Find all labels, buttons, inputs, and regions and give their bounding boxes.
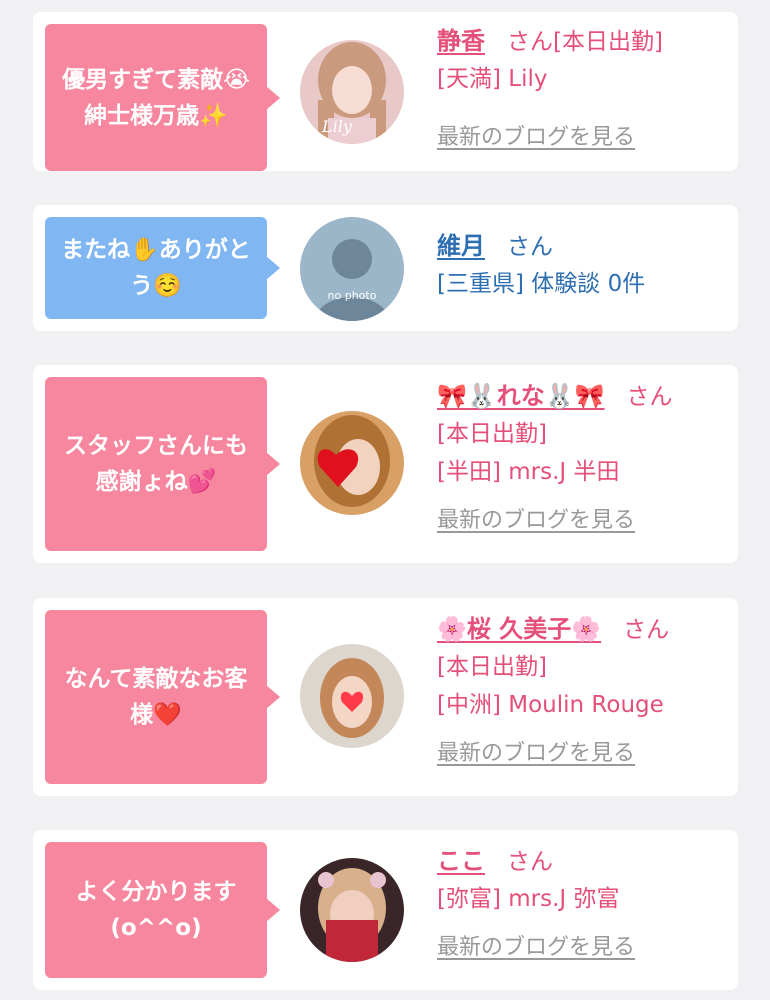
blog-link[interactable]: 最新のブログを見る: [437, 508, 635, 533]
member-name-link[interactable]: 維月: [437, 232, 485, 260]
member-name-link[interactable]: 🌸桜 久美子🌸: [437, 615, 601, 643]
avatar-photo: [300, 411, 404, 515]
avatar-photo: Lily: [300, 40, 404, 144]
avatar[interactable]: [300, 858, 404, 962]
comment-bubble: なんて素敵なお客 様❤️: [45, 610, 280, 784]
avatar[interactable]: [300, 411, 404, 515]
member-info: 静香 さん[本日出勤] [天満] Lily 最新のブログを見る: [437, 22, 663, 156]
review-card: 優男すぎて素敵😭 紳士様万歳✨ Lily 静香 さん[本日出勤] [天満] Lil…: [33, 12, 738, 171]
avatar[interactable]: [300, 644, 404, 748]
avatar-watermark: Lily: [321, 117, 353, 136]
comment-bubble: スタッフさんにも 感謝ょね💕: [45, 377, 280, 551]
honorific-label: さん: [507, 234, 553, 260]
blog-link[interactable]: 最新のブログを見る: [437, 125, 635, 150]
member-name-link[interactable]: 静香: [437, 27, 485, 55]
comment-text: なんて素敵なお客 様❤️: [64, 666, 248, 728]
avatar-photo: [300, 644, 404, 748]
attendance-status: [本日出勤]: [437, 654, 547, 680]
store-label: [天満] Lily: [437, 66, 548, 92]
avatar-photo: no photo: [300, 217, 404, 321]
review-card: なんて素敵なお客 様❤️ 🌸桜 久美子🌸 さん [本日出勤] [中洲] Mouli…: [33, 598, 738, 796]
comment-text: よく分かります (o^^o): [75, 879, 237, 941]
comment-bubble: またね✋ありがと う☺️: [45, 217, 280, 319]
comment-bubble: よく分かります (o^^o): [45, 842, 280, 978]
comment-text: 優男すぎて素敵😭 紳士様万歳✨: [62, 66, 250, 129]
experience-count-label: [三重県] 体験談 0件: [437, 271, 646, 297]
review-card: よく分かります (o^^o) ここ さん [弥富] mrs.J 弥富 最新のブログ…: [33, 830, 738, 990]
comment-text: またね✋ありがと う☺️: [61, 237, 251, 299]
honorific-label: さん: [623, 617, 670, 643]
member-info: 維月 さん [三重県] 体験談 0件: [437, 227, 645, 303]
avatar[interactable]: Lily: [300, 40, 404, 144]
honorific-label: さん: [626, 384, 673, 410]
member-name-link[interactable]: ここ: [437, 847, 485, 875]
honorific-label: さん[本日出勤]: [507, 29, 663, 55]
review-card: スタッフさんにも 感謝ょね💕 🎀🐰れな🐰🎀 さん [本日出勤] [半田] mrs.…: [33, 365, 738, 563]
member-info: 🌸桜 久美子🌸 さん [本日出勤] [中洲] Moulin Rouge 最新のブロ…: [437, 610, 669, 772]
store-label: [半田] mrs.J 半田: [437, 459, 620, 485]
avatar-photo: [300, 858, 404, 962]
store-label: [中洲] Moulin Rouge: [437, 692, 664, 718]
member-name-link[interactable]: 🎀🐰れな🐰🎀: [437, 382, 605, 410]
avatar-placeholder-text: no photo: [328, 289, 377, 302]
blog-link[interactable]: 最新のブログを見る: [437, 741, 635, 766]
member-info: ここ さん [弥富] mrs.J 弥富 最新のブログを見る: [437, 842, 635, 966]
comment-bubble: 優男すぎて素敵😭 紳士様万歳✨: [45, 24, 280, 171]
comment-text: スタッフさんにも 感謝ょね💕: [64, 433, 248, 495]
review-card: またね✋ありがと う☺️ no photo 維月 さん [三重県] 体験談 0件: [33, 205, 738, 331]
avatar[interactable]: no photo: [300, 217, 404, 321]
member-info: 🎀🐰れな🐰🎀 さん [本日出勤] [半田] mrs.J 半田 最新のブログを見る: [437, 377, 673, 539]
honorific-label: さん: [507, 849, 553, 875]
attendance-status: [本日出勤]: [437, 421, 547, 447]
blog-link[interactable]: 最新のブログを見る: [437, 935, 635, 960]
store-label: [弥富] mrs.J 弥富: [437, 886, 620, 912]
